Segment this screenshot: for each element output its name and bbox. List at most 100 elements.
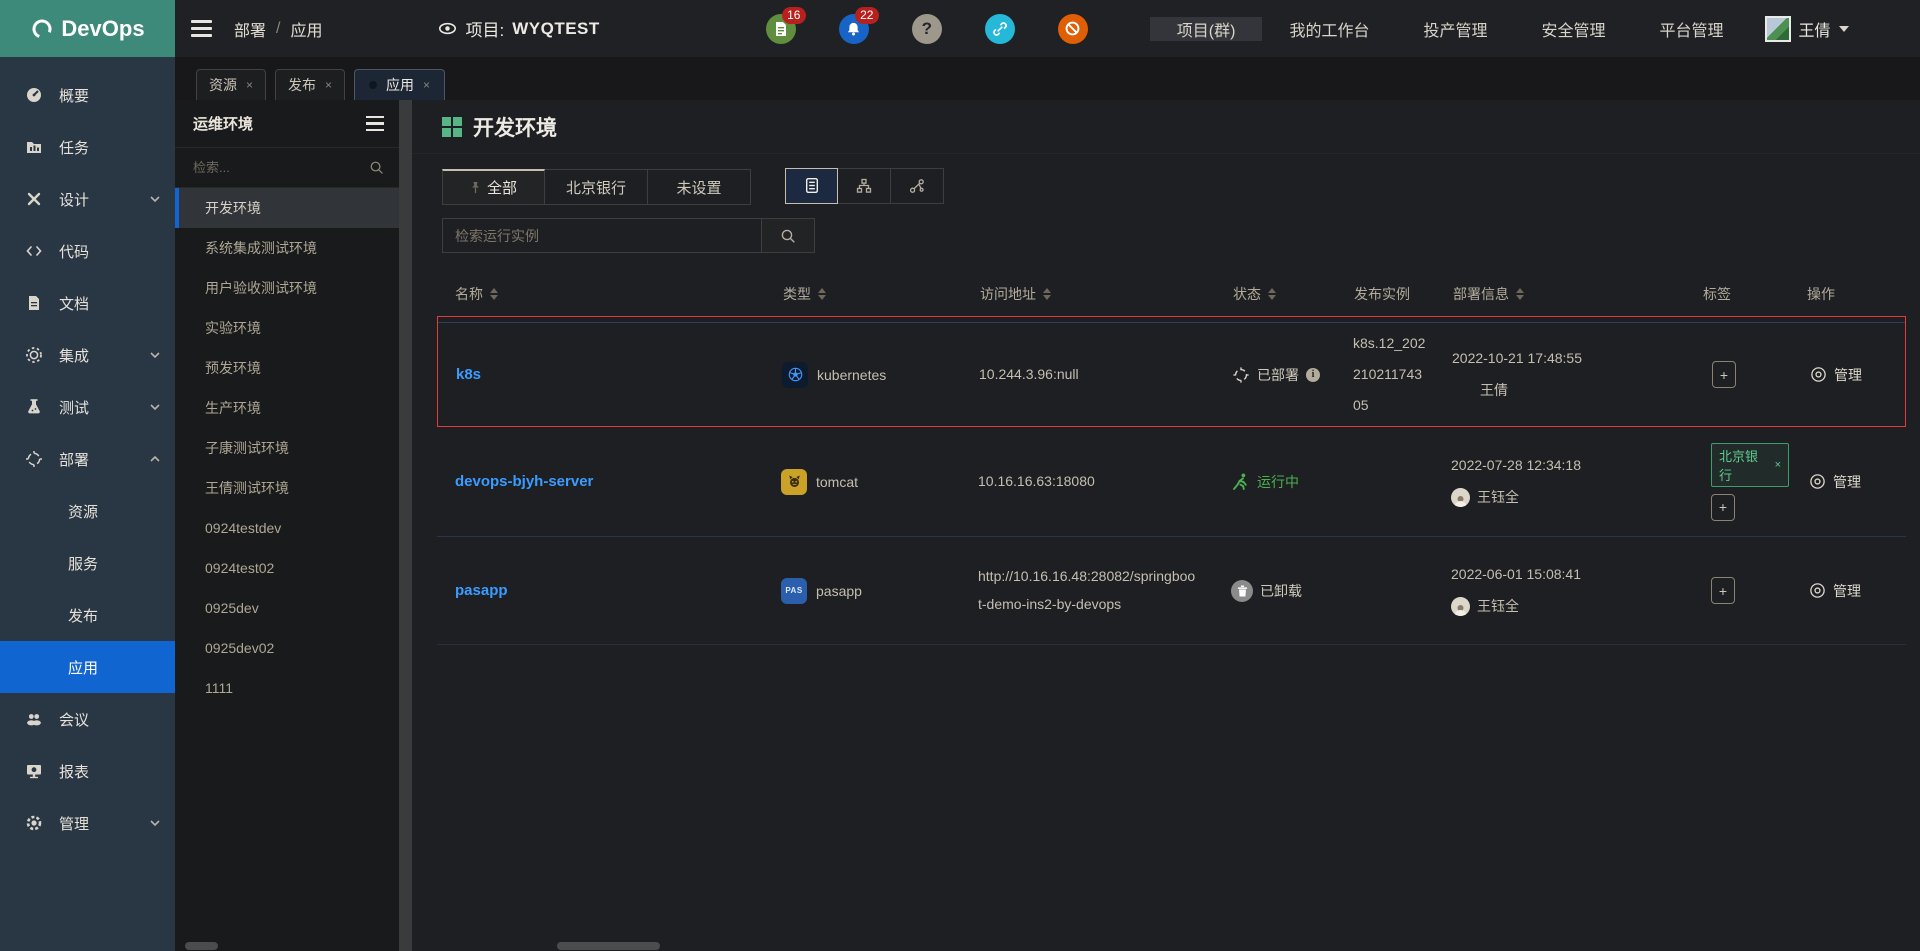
- sidebar-item-admin[interactable]: 管理: [0, 797, 175, 849]
- env-item[interactable]: 0924testdev: [175, 508, 399, 548]
- close-icon[interactable]: ×: [1775, 459, 1781, 471]
- sort-icon[interactable]: [1043, 288, 1051, 300]
- sort-icon[interactable]: [490, 288, 498, 300]
- manage-action[interactable]: 管理: [1789, 472, 1906, 492]
- close-icon[interactable]: ×: [423, 78, 430, 92]
- sidebar-item-resources[interactable]: 资源: [0, 485, 175, 537]
- instance-name-link[interactable]: pasapp: [437, 582, 765, 599]
- document-icon[interactable]: 16: [766, 14, 796, 44]
- sidebar-item-testing[interactable]: 测试: [0, 381, 175, 433]
- sort-icon[interactable]: [1516, 288, 1524, 300]
- view-toggles: [785, 168, 944, 204]
- address-cell: http://10.16.16.48:28082/springboot-demo…: [962, 563, 1215, 618]
- sidebar-item-code[interactable]: 代码: [0, 225, 175, 277]
- tab-applications[interactable]: 应用 ×: [354, 69, 445, 100]
- search-icon[interactable]: [369, 160, 384, 175]
- breadcrumb-separator: /: [276, 20, 280, 38]
- address-cell: 10.16.16.63:18080: [962, 468, 1215, 495]
- header-left: 部署 / 应用 项目: WYQTEST 16 22: [175, 0, 1867, 57]
- tab-resources[interactable]: 资源 ×: [196, 69, 266, 100]
- breadcrumb-page[interactable]: 应用: [290, 17, 322, 41]
- search-button[interactable]: [761, 218, 815, 253]
- sidebar-item-meetings[interactable]: 会议: [0, 693, 175, 745]
- tree-view-button[interactable]: [838, 168, 891, 204]
- add-tag-button[interactable]: +: [1711, 577, 1735, 604]
- env-item[interactable]: 系统集成测试环境: [175, 228, 399, 268]
- env-panel-menu-icon[interactable]: [366, 116, 384, 132]
- info-icon[interactable]: i: [1306, 368, 1320, 382]
- env-item[interactable]: 0925dev: [175, 588, 399, 628]
- sidebar-item-deploy[interactable]: 部署: [0, 433, 175, 485]
- link-icon[interactable]: [985, 14, 1015, 44]
- sidebar-item-overview[interactable]: 概要: [0, 69, 175, 121]
- tags-cell: +: [1685, 577, 1789, 604]
- env-item[interactable]: 1111: [175, 668, 399, 708]
- nav-item-workbench[interactable]: 我的工作台: [1262, 17, 1396, 41]
- env-search-input[interactable]: [193, 160, 369, 175]
- tag-badge[interactable]: 北京银行 ×: [1711, 443, 1789, 487]
- sidebar-item-reports[interactable]: 报表: [0, 745, 175, 797]
- env-item[interactable]: 生产环境: [175, 388, 399, 428]
- table-header: 名称 类型 访问地址 状态 发布实例 部署信息 标签 操作: [437, 272, 1906, 316]
- tomcat-icon: [781, 469, 807, 495]
- env-item[interactable]: 用户验收测试环境: [175, 268, 399, 308]
- manage-action[interactable]: 管理: [1790, 365, 1907, 385]
- filter-tab-unset[interactable]: 未设置: [648, 169, 751, 205]
- kubernetes-icon: [782, 362, 808, 388]
- sidebar-item-applications[interactable]: 应用: [0, 641, 175, 693]
- env-item[interactable]: 预发环境: [175, 348, 399, 388]
- nav-item-security[interactable]: 安全管理: [1514, 17, 1632, 41]
- instance-name-link[interactable]: devops-bjyh-server: [437, 473, 765, 490]
- column-header-address[interactable]: 访问地址: [962, 284, 1215, 304]
- sort-icon[interactable]: [1268, 288, 1276, 300]
- instance-name-link[interactable]: k8s: [438, 366, 766, 383]
- column-header-status[interactable]: 状态: [1215, 284, 1336, 304]
- horizontal-scrollbar-thumb[interactable]: [185, 942, 218, 950]
- filter-tab-all[interactable]: 全部: [442, 169, 545, 205]
- eye-icon: [438, 19, 457, 38]
- nav-item-platform[interactable]: 平台管理: [1633, 17, 1751, 41]
- sidebar-item-services[interactable]: 服务: [0, 537, 175, 589]
- nav-item-projects[interactable]: 项目(群): [1150, 17, 1263, 41]
- sort-icon[interactable]: [818, 288, 826, 300]
- sidebar-item-integration[interactable]: 集成: [0, 329, 175, 381]
- help-icon[interactable]: ?: [912, 14, 942, 44]
- panel-splitter[interactable]: [399, 100, 412, 951]
- list-view-button[interactable]: [785, 168, 838, 204]
- column-header-name[interactable]: 名称: [437, 284, 765, 304]
- sidebar-item-docs[interactable]: 文档: [0, 277, 175, 329]
- nav-item-production[interactable]: 投产管理: [1396, 17, 1514, 41]
- column-header-deploy-info[interactable]: 部署信息: [1435, 284, 1685, 304]
- status-cell: 运行中: [1215, 472, 1336, 492]
- forbidden-icon[interactable]: [1058, 14, 1088, 44]
- horizontal-scrollbar-thumb[interactable]: [557, 942, 660, 950]
- add-tag-button[interactable]: +: [1712, 361, 1736, 388]
- env-item[interactable]: 0924test02: [175, 548, 399, 588]
- sidebar-item-releases[interactable]: 发布: [0, 589, 175, 641]
- add-tag-button[interactable]: +: [1711, 494, 1735, 521]
- logo[interactable]: DevOps: [0, 0, 175, 57]
- manage-action[interactable]: 管理: [1789, 581, 1906, 601]
- env-item[interactable]: 子康测试环境: [175, 428, 399, 468]
- filter-tab-bjbank[interactable]: 北京银行: [545, 169, 648, 205]
- bell-icon[interactable]: 22: [839, 14, 869, 44]
- user-menu[interactable]: 王倩: [1751, 16, 1867, 42]
- menu-toggle-icon[interactable]: [191, 20, 212, 37]
- column-header-type[interactable]: 类型: [765, 284, 962, 304]
- topology-view-button[interactable]: [891, 168, 944, 204]
- breadcrumb-section[interactable]: 部署: [234, 17, 266, 41]
- instance-search-input[interactable]: [442, 218, 762, 253]
- sidebar: 概要 任务 设计 代码 文档 集成: [0, 57, 175, 951]
- table-row: pasapp PAS pasapp http://10.16.16.48:280…: [437, 537, 1906, 645]
- tab-releases[interactable]: 发布 ×: [275, 69, 345, 100]
- filter-tabs: 全部 北京银行 未设置: [442, 169, 751, 205]
- close-icon[interactable]: ×: [325, 78, 332, 92]
- env-item[interactable]: 开发环境: [175, 188, 399, 228]
- sidebar-item-tasks[interactable]: 任务: [0, 121, 175, 173]
- env-item[interactable]: 实验环境: [175, 308, 399, 348]
- close-icon[interactable]: ×: [246, 78, 253, 92]
- sidebar-item-design[interactable]: 设计: [0, 173, 175, 225]
- env-item[interactable]: 王倩测试环境: [175, 468, 399, 508]
- env-item[interactable]: 0925dev02: [175, 628, 399, 668]
- integration-gear-icon: [25, 346, 44, 364]
